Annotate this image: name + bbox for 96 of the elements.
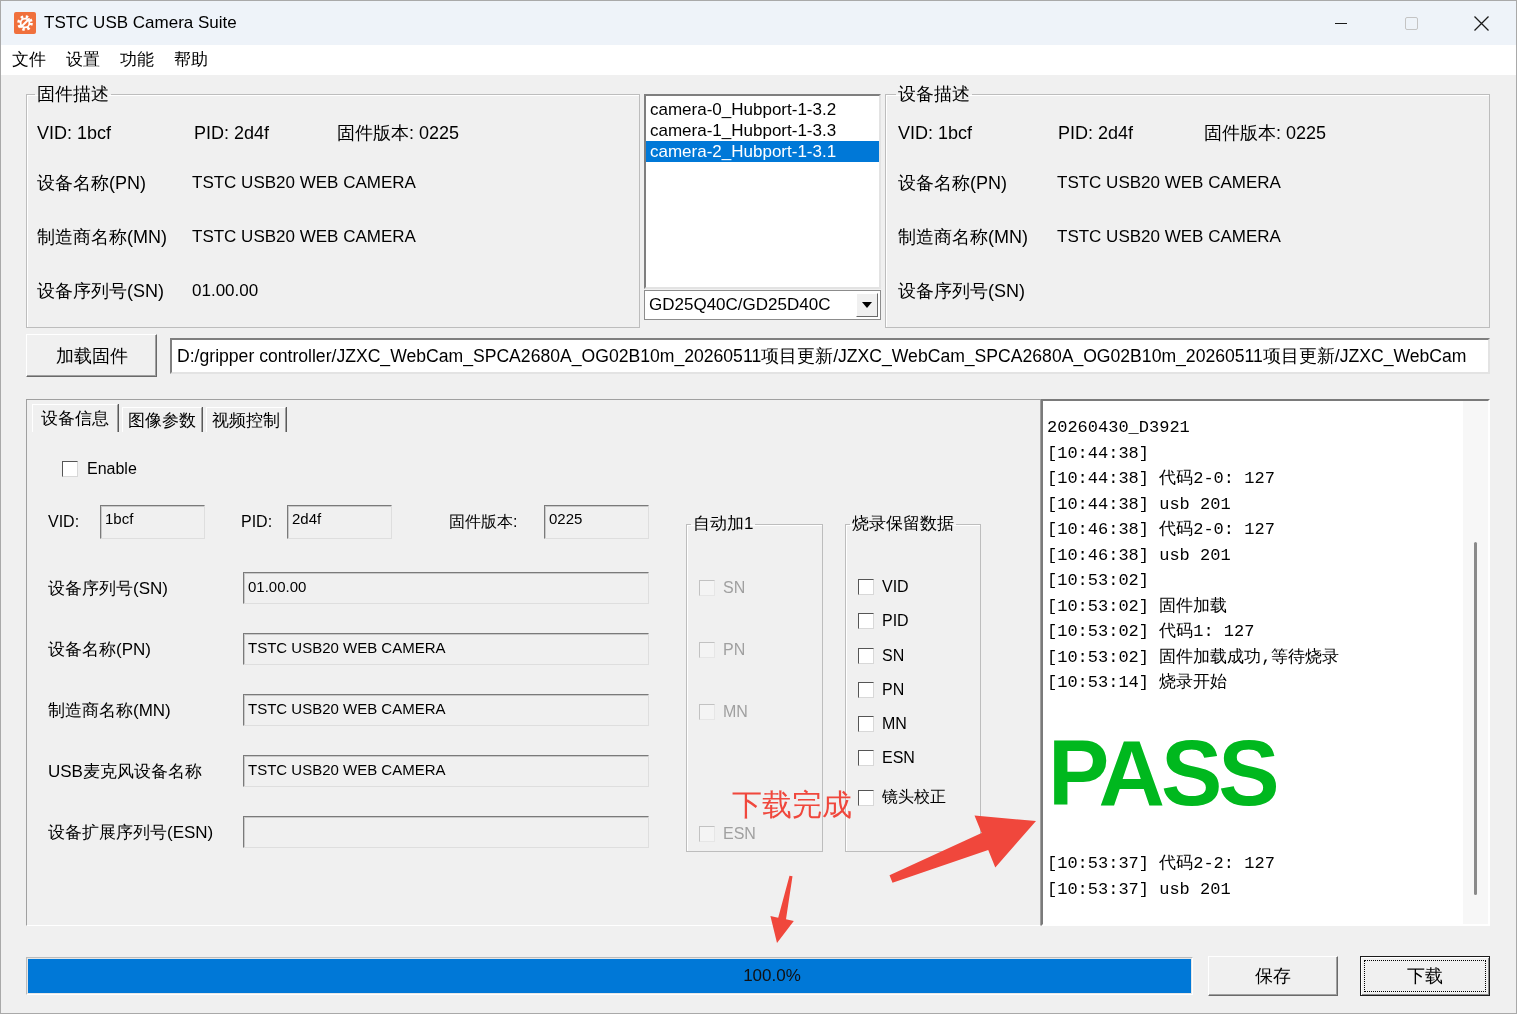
info-text: PID: 2d4f xyxy=(1058,122,1135,144)
checkbox-label: ESN xyxy=(882,749,915,768)
input-field[interactable]: 01.00.00 xyxy=(243,572,649,604)
log-line: [10:53:02] 固件加载 xyxy=(1047,595,1229,618)
log-line: [10:44:38] 代码2-0: 127 xyxy=(1047,468,1276,490)
checkbox[interactable] xyxy=(858,750,874,767)
checkbox-label: MN xyxy=(882,715,907,734)
info-label: 设备序列号(SN) xyxy=(37,280,164,303)
load-firmware-button[interactable]: 加载固件 xyxy=(26,334,157,377)
checkbox[interactable] xyxy=(858,789,874,806)
info-value: TSTC USB20 WEB CAMERA xyxy=(1057,173,1281,193)
dropdown-button[interactable] xyxy=(856,293,878,317)
list-item[interactable]: camera-1_Hubport-1-3.3 xyxy=(646,120,879,141)
caret-icon xyxy=(862,302,872,308)
checkbox-label: Enable xyxy=(87,460,137,478)
input-field[interactable]: TSTC USB20 WEB CAMERA xyxy=(243,755,649,787)
log-line: 20260430_D3921 xyxy=(1047,417,1191,439)
path-field[interactable]: D:/gripper controller/JZXC_WebCam_SPCA2680A_OG02B10m_20260511项目更新/JZXC_WebCam_SPCA2680A_OG02B10m_20260511项目更新/JZXC_WebCam xyxy=(170,337,1490,374)
info-text: VID: 1bcf xyxy=(37,122,113,144)
info-label: 制造商名称(MN) xyxy=(37,226,167,249)
log-line: [10:53:02] xyxy=(1047,570,1151,592)
info-label: 制造商名称(MN) xyxy=(898,226,1028,249)
field-label: USB麦克风设备名称 xyxy=(48,760,203,783)
log-line: [10:53:37] usb 201 xyxy=(1047,878,1232,901)
list-item[interactable]: camera-0_Hubport-1-3.2 xyxy=(646,99,879,120)
checkbox-label: VID xyxy=(882,578,909,596)
tab[interactable]: 视频控制 xyxy=(206,407,286,432)
scrollbar-thumb[interactable] xyxy=(1474,542,1477,895)
input-field[interactable]: 2d4f xyxy=(287,505,392,539)
checkbox[interactable] xyxy=(858,647,874,664)
checkbox-label: ESN xyxy=(723,825,756,843)
result-text: PASS xyxy=(1048,720,1276,826)
info-label: 设备名称(PN) xyxy=(37,172,146,195)
checkbox-label: 镜头校正 xyxy=(882,787,946,808)
tab[interactable]: 图像参数 xyxy=(122,407,202,432)
field-label: 固件版本: xyxy=(449,511,519,532)
log-line: [10:46:38] 代码2-0: 127 xyxy=(1047,519,1276,541)
progress-text: 100.0% xyxy=(743,966,801,986)
group-title: 固件描述 xyxy=(36,83,110,105)
input-field[interactable] xyxy=(243,816,649,848)
info-text: VID: 1bcf xyxy=(898,122,974,144)
gear-icon xyxy=(14,12,36,34)
field-label: PID: xyxy=(241,513,274,531)
field-label: 设备名称(PN) xyxy=(48,638,152,661)
scrollbar[interactable] xyxy=(1463,401,1488,924)
checkbox[interactable] xyxy=(858,681,874,698)
checkbox-label: SN xyxy=(723,579,746,597)
info-value: TSTC USB20 WEB CAMERA xyxy=(192,173,416,193)
dropdown[interactable]: GD25Q40C/GD25D40C xyxy=(644,290,881,320)
input-field[interactable]: TSTC USB20 WEB CAMERA xyxy=(243,633,649,665)
info-text: 固件版本: 0225 xyxy=(337,122,460,145)
info-value: TSTC USB20 WEB CAMERA xyxy=(1057,227,1281,247)
info-value: 01.00.00 xyxy=(192,281,259,301)
group-title: 设备描述 xyxy=(897,83,971,105)
input-field[interactable]: TSTC USB20 WEB CAMERA xyxy=(243,694,649,726)
checkbox-label: PN xyxy=(723,641,746,659)
window-title: TSTC USB Camera Suite xyxy=(44,13,237,33)
checkbox[interactable] xyxy=(858,579,874,595)
info-label: 设备序列号(SN) xyxy=(898,280,1025,303)
field-label: VID: xyxy=(48,513,81,531)
annotation-arrow xyxy=(770,875,794,943)
list-item[interactable]: camera-2_Hubport-1-3.1 xyxy=(646,141,879,162)
tab[interactable]: 设备信息 xyxy=(32,404,118,432)
annotation-text: 下载完成 xyxy=(732,787,852,823)
action-button[interactable]: 保存 xyxy=(1208,956,1338,996)
field-label: 制造商名称(MN) xyxy=(48,699,172,722)
input-field[interactable]: 0225 xyxy=(544,505,649,539)
input-field[interactable]: 1bcf xyxy=(100,505,205,539)
group-title: 烧录保留数据 xyxy=(851,513,955,535)
field-label: 设备扩展序列号(ESN) xyxy=(48,821,215,844)
checkbox[interactable] xyxy=(858,716,874,733)
checkbox[interactable] xyxy=(62,461,78,477)
menu-item[interactable]: 文件 xyxy=(2,45,56,75)
menu-item[interactable]: 功能 xyxy=(110,45,164,75)
group-title: 自动加1 xyxy=(692,513,755,535)
log-line: [10:46:38] usb 201 xyxy=(1047,544,1232,567)
checkbox-label: PID xyxy=(882,612,909,631)
checkbox-label: PN xyxy=(882,680,905,699)
menu-item[interactable]: 设置 xyxy=(56,45,110,75)
info-label: 设备名称(PN) xyxy=(898,172,1007,195)
field-label: 设备序列号(SN) xyxy=(48,577,169,600)
checkbox-label: MN xyxy=(723,703,748,721)
log-line: [10:53:02] 固件加载成功,等待烧录 xyxy=(1047,646,1341,669)
log-line: [10:53:37] 代码2-2: 127 xyxy=(1047,853,1276,875)
log-line: [10:53:14] 烧录开始 xyxy=(1047,672,1229,694)
log-line: [10:53:02] 代码1: 127 xyxy=(1047,621,1256,643)
checkbox[interactable] xyxy=(858,613,874,630)
action-button[interactable]: 下载 xyxy=(1360,956,1490,996)
log-line: [10:44:38] usb 201 xyxy=(1047,493,1232,516)
info-value: TSTC USB20 WEB CAMERA xyxy=(192,227,416,247)
info-text: 固件版本: 0225 xyxy=(1204,122,1327,145)
camera-list[interactable]: camera-0_Hubport-1-3.2 camera-1_Hubport-1-3.3 camera-2_Hubport-1-3.1 xyxy=(644,94,881,289)
checkbox-label: SN xyxy=(882,646,905,665)
info-text: PID: 2d4f xyxy=(194,122,271,144)
menu-item[interactable]: 帮助 xyxy=(164,45,218,75)
log-line: [10:44:38] xyxy=(1047,442,1151,465)
